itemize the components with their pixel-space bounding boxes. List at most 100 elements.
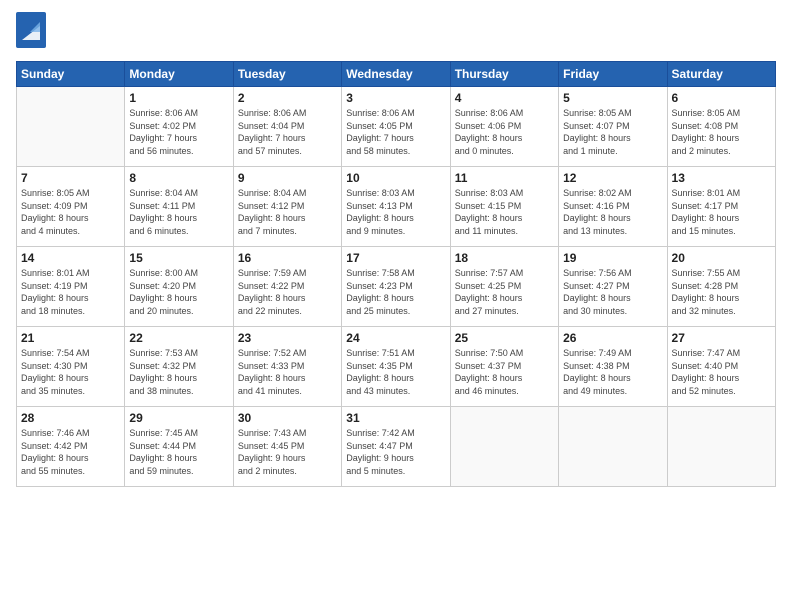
day-cell: 18Sunrise: 7:57 AM Sunset: 4:25 PM Dayli… — [450, 247, 558, 327]
day-cell: 19 Sunrise: 7:56 AM Sunset: 4:27 PM Dayli… — [559, 247, 667, 327]
week-row-5: 28 Sunrise: 7:46 AM Sunset: 4:42 PM Dayli… — [17, 407, 776, 487]
day-info: Sunrise: 8:06 AM Sunset: 4:04 PM Dayligh… — [238, 107, 337, 157]
day-cell: 9Sunrise: 8:04 AM Sunset: 4:12 PM Daylig… — [233, 167, 341, 247]
day-cell: 22 Sunrise: 7:53 AM Sunset: 4:32 PM Dayli… — [125, 327, 233, 407]
weekday-header-row: SundayMondayTuesdayWednesdayThursdayFrid… — [17, 62, 776, 87]
day-cell: 25 Sunrise: 7:50 AM Sunset: 4:37 PM Dayli… — [450, 327, 558, 407]
day-number: 4 — [455, 91, 554, 105]
day-info: Sunrise: 7:52 AM Sunset: 4:33 PM Dayligh… — [238, 347, 337, 397]
day-info: Sunrise: 8:02 AM Sunset: 4:16 PM Dayligh… — [563, 187, 662, 237]
day-number: 9 — [238, 171, 337, 185]
day-number: 8 — [129, 171, 228, 185]
day-cell — [559, 407, 667, 487]
day-cell: 20 Sunrise: 7:55 AM Sunset: 4:28 PM Dayli… — [667, 247, 775, 327]
day-info: Sunrise: 7:53 AM Sunset: 4:32 PM Dayligh… — [129, 347, 228, 397]
day-number: 15 — [129, 251, 228, 265]
day-info: Sunrise: 7:50 AM Sunset: 4:37 PM Dayligh… — [455, 347, 554, 397]
day-number: 10 — [346, 171, 445, 185]
day-info: Sunrise: 7:51 AM Sunset: 4:35 PM Dayligh… — [346, 347, 445, 397]
day-number: 14 — [21, 251, 120, 265]
day-info: Sunrise: 8:06 AM Sunset: 4:06 PM Dayligh… — [455, 107, 554, 157]
day-number: 28 — [21, 411, 120, 425]
day-number: 21 — [21, 331, 120, 345]
day-number: 17 — [346, 251, 445, 265]
day-cell: 17 Sunrise: 7:58 AM Sunset: 4:23 PM Dayli… — [342, 247, 450, 327]
day-info: Sunrise: 8:05 AM Sunset: 4:07 PM Dayligh… — [563, 107, 662, 157]
week-row-3: 14 Sunrise: 8:01 AM Sunset: 4:19 PM Dayli… — [17, 247, 776, 327]
weekday-header-monday: Monday — [125, 62, 233, 87]
header — [16, 12, 776, 53]
day-number: 24 — [346, 331, 445, 345]
day-number: 20 — [672, 251, 771, 265]
weekday-header-sunday: Sunday — [17, 62, 125, 87]
day-cell: 29 Sunrise: 7:45 AM Sunset: 4:44 PM Dayli… — [125, 407, 233, 487]
day-info: Sunrise: 8:04 AM Sunset: 4:11 PM Dayligh… — [129, 187, 228, 237]
weekday-header-wednesday: Wednesday — [342, 62, 450, 87]
day-info: Sunrise: 8:05 AM Sunset: 4:08 PM Dayligh… — [672, 107, 771, 157]
weekday-header-saturday: Saturday — [667, 62, 775, 87]
logo-icon — [16, 12, 46, 48]
day-cell: 10 Sunrise: 8:03 AM Sunset: 4:13 PM Dayli… — [342, 167, 450, 247]
day-info: Sunrise: 8:06 AM Sunset: 4:05 PM Dayligh… — [346, 107, 445, 157]
day-info: Sunrise: 7:59 AM Sunset: 4:22 PM Dayligh… — [238, 267, 337, 317]
day-cell: 12 Sunrise: 8:02 AM Sunset: 4:16 PM Dayli… — [559, 167, 667, 247]
day-info: Sunrise: 7:54 AM Sunset: 4:30 PM Dayligh… — [21, 347, 120, 397]
day-info: Sunrise: 7:47 AM Sunset: 4:40 PM Dayligh… — [672, 347, 771, 397]
day-info: Sunrise: 7:42 AM Sunset: 4:47 PM Dayligh… — [346, 427, 445, 477]
day-number: 16 — [238, 251, 337, 265]
week-row-2: 7Sunrise: 8:05 AM Sunset: 4:09 PM Daylig… — [17, 167, 776, 247]
day-cell: 23Sunrise: 7:52 AM Sunset: 4:33 PM Dayli… — [233, 327, 341, 407]
day-info: Sunrise: 7:55 AM Sunset: 4:28 PM Dayligh… — [672, 267, 771, 317]
day-number: 6 — [672, 91, 771, 105]
day-number: 12 — [563, 171, 662, 185]
weekday-header-friday: Friday — [559, 62, 667, 87]
day-number: 19 — [563, 251, 662, 265]
day-number: 3 — [346, 91, 445, 105]
day-info: Sunrise: 7:43 AM Sunset: 4:45 PM Dayligh… — [238, 427, 337, 477]
day-info: Sunrise: 7:57 AM Sunset: 4:25 PM Dayligh… — [455, 267, 554, 317]
day-cell: 31 Sunrise: 7:42 AM Sunset: 4:47 PM Dayli… — [342, 407, 450, 487]
day-number: 25 — [455, 331, 554, 345]
week-row-4: 21 Sunrise: 7:54 AM Sunset: 4:30 PM Dayli… — [17, 327, 776, 407]
day-info: Sunrise: 8:00 AM Sunset: 4:20 PM Dayligh… — [129, 267, 228, 317]
day-number: 31 — [346, 411, 445, 425]
day-number: 2 — [238, 91, 337, 105]
day-cell: 1 Sunrise: 8:06 AM Sunset: 4:02 PM Daylig… — [125, 87, 233, 167]
day-number: 1 — [129, 91, 228, 105]
day-cell: 15 Sunrise: 8:00 AM Sunset: 4:20 PM Dayli… — [125, 247, 233, 327]
day-cell: 13 Sunrise: 8:01 AM Sunset: 4:17 PM Dayli… — [667, 167, 775, 247]
day-cell: 4 Sunrise: 8:06 AM Sunset: 4:06 PM Daylig… — [450, 87, 558, 167]
day-info: Sunrise: 8:01 AM Sunset: 4:19 PM Dayligh… — [21, 267, 120, 317]
day-number: 26 — [563, 331, 662, 345]
day-cell: 3 Sunrise: 8:06 AM Sunset: 4:05 PM Daylig… — [342, 87, 450, 167]
day-cell: 8 Sunrise: 8:04 AM Sunset: 4:11 PM Daylig… — [125, 167, 233, 247]
day-number: 13 — [672, 171, 771, 185]
weekday-header-thursday: Thursday — [450, 62, 558, 87]
day-cell — [17, 87, 125, 167]
day-number: 29 — [129, 411, 228, 425]
logo — [16, 12, 50, 53]
day-info: Sunrise: 8:06 AM Sunset: 4:02 PM Dayligh… — [129, 107, 228, 157]
day-cell: 6 Sunrise: 8:05 AM Sunset: 4:08 PM Daylig… — [667, 87, 775, 167]
week-row-1: 1 Sunrise: 8:06 AM Sunset: 4:02 PM Daylig… — [17, 87, 776, 167]
day-cell: 2 Sunrise: 8:06 AM Sunset: 4:04 PM Daylig… — [233, 87, 341, 167]
day-number: 11 — [455, 171, 554, 185]
day-info: Sunrise: 7:58 AM Sunset: 4:23 PM Dayligh… — [346, 267, 445, 317]
day-number: 30 — [238, 411, 337, 425]
day-info: Sunrise: 7:49 AM Sunset: 4:38 PM Dayligh… — [563, 347, 662, 397]
day-cell — [667, 407, 775, 487]
day-cell: 11 Sunrise: 8:03 AM Sunset: 4:15 PM Dayli… — [450, 167, 558, 247]
day-info: Sunrise: 7:45 AM Sunset: 4:44 PM Dayligh… — [129, 427, 228, 477]
day-info: Sunrise: 8:03 AM Sunset: 4:13 PM Dayligh… — [346, 187, 445, 237]
day-info: Sunrise: 7:56 AM Sunset: 4:27 PM Dayligh… — [563, 267, 662, 317]
day-info: Sunrise: 8:01 AM Sunset: 4:17 PM Dayligh… — [672, 187, 771, 237]
day-cell: 30 Sunrise: 7:43 AM Sunset: 4:45 PM Dayli… — [233, 407, 341, 487]
day-info: Sunrise: 8:03 AM Sunset: 4:15 PM Dayligh… — [455, 187, 554, 237]
day-number: 27 — [672, 331, 771, 345]
calendar-table: SundayMondayTuesdayWednesdayThursdayFrid… — [16, 61, 776, 487]
day-info: Sunrise: 7:46 AM Sunset: 4:42 PM Dayligh… — [21, 427, 120, 477]
day-number: 5 — [563, 91, 662, 105]
day-cell: 16 Sunrise: 7:59 AM Sunset: 4:22 PM Dayli… — [233, 247, 341, 327]
weekday-header-tuesday: Tuesday — [233, 62, 341, 87]
day-number: 22 — [129, 331, 228, 345]
